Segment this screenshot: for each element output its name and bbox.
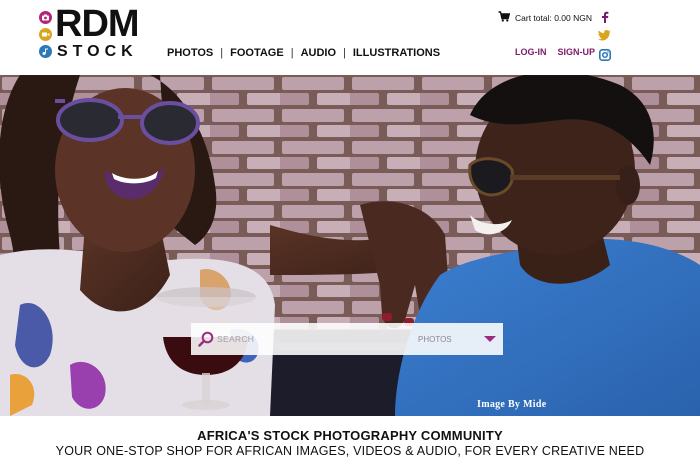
search-bar: PHOTOS [191,323,503,355]
instagram-icon[interactable] [598,48,611,61]
nav-photos[interactable]: PHOTOS [167,47,213,59]
nav-audio[interactable]: AUDIO [301,47,336,59]
twitter-icon[interactable] [598,29,611,42]
social-links [598,10,612,67]
rdm-stock-logo[interactable]: RDM STOCK [38,4,140,62]
nav-illustrations[interactable]: ILLUSTRATIONS [353,47,440,59]
camera-dot-icon [39,11,52,24]
main-nav: PHOTOS | FOOTAGE | AUDIO | ILLUSTRATIONS [167,47,440,59]
logo-subtitle: STOCK [57,43,138,60]
cart-total-label: Cart total: 0.00 NGN [515,12,593,23]
music-dot-icon [39,45,52,58]
hero-photo [0,75,700,416]
category-selected-value: PHOTOS [418,334,452,344]
logo-wordmark: RDM [55,3,140,45]
shopping-cart-icon [498,11,511,24]
hero-banner: PHOTOS Image By Mide [0,75,700,416]
category-select[interactable]: PHOTOS [418,323,503,355]
logo-dots [38,10,54,62]
site-header: RDM STOCK PHOTOS | FOOTAGE | AUDIO | ILL… [0,0,700,75]
login-link[interactable]: LOG-IN [515,47,547,57]
tagline-title: AFRICA'S STOCK PHOTOGRAPHY COMMUNITY [197,428,503,443]
search-icon[interactable] [198,331,214,352]
tagline-subtitle: YOUR ONE-STOP SHOP FOR AFRICAN IMAGES, V… [55,444,645,458]
auth-links: LOG-IN SIGN-UP [515,47,595,57]
nav-separator: | [290,47,294,59]
signup-link[interactable]: SIGN-UP [558,47,596,57]
tagline-section: AFRICA'S STOCK PHOTOGRAPHY COMMUNITY YOU… [0,416,700,467]
cart-link[interactable]: Cart total: 0.00 NGN [498,11,592,24]
nav-footage[interactable]: FOOTAGE [230,47,284,59]
chevron-down-icon [484,336,496,342]
nav-separator: | [343,47,346,59]
video-dot-icon [39,28,52,41]
nav-separator: | [220,47,224,59]
photo-credit: Image By Mide [477,399,547,410]
search-input[interactable] [217,331,377,347]
facebook-icon[interactable] [598,10,611,23]
